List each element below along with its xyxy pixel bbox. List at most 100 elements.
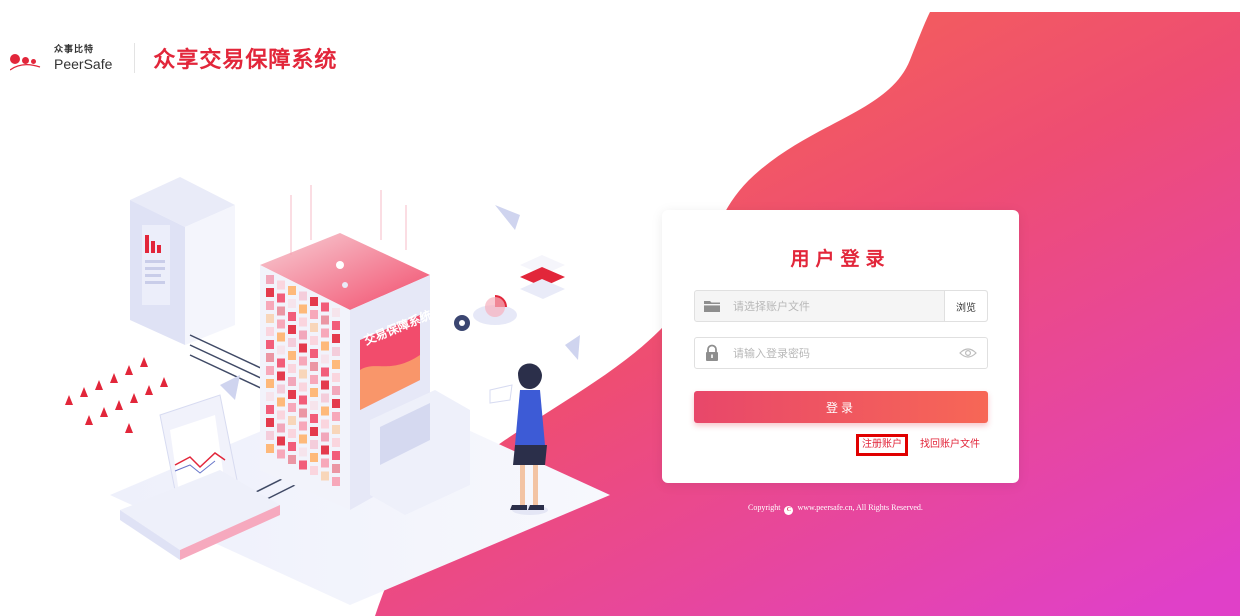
bar-chart-icon [520, 255, 565, 299]
grid-cell [299, 304, 307, 314]
login-button[interactable]: 登录 [694, 391, 988, 423]
grid-cell [310, 466, 318, 475]
grid-cell [277, 319, 285, 329]
grid-cell [266, 379, 274, 388]
grid-cell [332, 412, 340, 421]
grid-cell [288, 455, 296, 464]
grid-cell [288, 364, 296, 373]
register-account-link[interactable]: 注册账户 [856, 434, 908, 456]
password-field[interactable] [694, 337, 988, 369]
grid-cell [288, 338, 296, 347]
grid-cell [299, 460, 307, 470]
grid-cell [310, 362, 318, 371]
grid-cell [310, 375, 318, 384]
grid-cell [277, 293, 285, 303]
grid-cell [321, 302, 329, 312]
grid-cell [266, 431, 274, 440]
grid-cell [277, 306, 285, 316]
grid-cell [332, 373, 340, 382]
grid-cell [277, 332, 285, 342]
app-title: 众享交易保障系统 [153, 48, 338, 73]
grid-cell [332, 477, 340, 486]
grid-cell [266, 301, 274, 310]
copyright-prefix: Copyright [748, 503, 781, 512]
eye-icon[interactable] [959, 346, 977, 360]
logo-cn: 众事比特 [54, 44, 95, 55]
grid-cell [266, 288, 274, 297]
grid-cell [310, 310, 318, 319]
trees [65, 357, 168, 433]
grid-cell [299, 330, 307, 340]
browse-button[interactable]: 浏览 [944, 291, 987, 321]
grid-cell [299, 395, 307, 405]
grid-cell [266, 444, 274, 453]
grid-cell [332, 425, 340, 434]
grid-cell [266, 366, 274, 375]
grid-cell [321, 367, 329, 377]
system-illustration: 交易保障系统 [65, 177, 610, 605]
recover-account-file-link[interactable]: 找回账户文件 [920, 437, 980, 453]
server-tower [130, 177, 235, 345]
grid-cell [266, 392, 274, 401]
grid-cell [310, 297, 318, 306]
grid-cell [277, 410, 285, 420]
grid-cell [310, 323, 318, 332]
grid-cell [310, 336, 318, 345]
grid-cell [321, 471, 329, 481]
grid-cell [277, 280, 285, 290]
grid-cell [277, 384, 285, 394]
grid-cell [288, 377, 296, 386]
grid-cell [332, 334, 340, 343]
grid-cell [288, 312, 296, 321]
grid-cell [277, 436, 285, 446]
grid-cell [266, 327, 274, 336]
grid-cell [332, 386, 340, 395]
brand-header: 众事比特 PeerSafe 众享交易保障系统 [10, 40, 337, 76]
logo-text: 众事比特 PeerSafe [54, 44, 112, 71]
grid-cell [310, 414, 318, 423]
grid-cell [266, 314, 274, 323]
grid-cell [321, 406, 329, 416]
gear-icon [454, 315, 470, 331]
grid-cell [332, 464, 340, 473]
login-card: 用户登录 浏览 登录 注册账户 找回账户文件 [662, 210, 1019, 483]
account-file-field[interactable]: 浏览 [694, 290, 988, 322]
folder-icon [704, 301, 720, 312]
grid-cell [277, 449, 285, 459]
grid-cell [310, 388, 318, 397]
account-file-input[interactable] [733, 291, 933, 321]
grid-cell [332, 438, 340, 447]
grid-cell [321, 419, 329, 429]
copyright-icon: C [784, 506, 794, 515]
lock-icon [706, 344, 718, 361]
grid-cell [321, 341, 329, 351]
grid-cell [266, 418, 274, 427]
grid-cell [332, 360, 340, 369]
grid-cell [288, 403, 296, 412]
grid-cell [310, 349, 318, 358]
grid-cell [277, 397, 285, 407]
login-title: 用户登录 [790, 248, 891, 270]
password-input[interactable] [733, 338, 953, 368]
copyright-suffix: www.peersafe.cn, All Rights Reserved. [797, 503, 923, 512]
grid-cell [299, 382, 307, 392]
grid-cell [321, 432, 329, 442]
grid-cell [299, 356, 307, 366]
grid-cell [288, 299, 296, 308]
grid-cell [277, 358, 285, 368]
grid-cell [266, 353, 274, 362]
grid-cell [277, 345, 285, 355]
grid-cell [321, 393, 329, 403]
grid-cell [321, 354, 329, 364]
grid-cell [299, 291, 307, 301]
copyright-notice: Copyright C www.peersafe.cn, All Rights … [748, 503, 923, 515]
grid-cell [299, 447, 307, 457]
grid-cell [310, 453, 318, 462]
grid-cell [310, 427, 318, 436]
grid-cell [321, 445, 329, 455]
grid-cell [299, 369, 307, 379]
grid-cell [299, 317, 307, 327]
grid-cell [299, 343, 307, 353]
grid-cell [321, 458, 329, 468]
grid-cell [288, 442, 296, 451]
